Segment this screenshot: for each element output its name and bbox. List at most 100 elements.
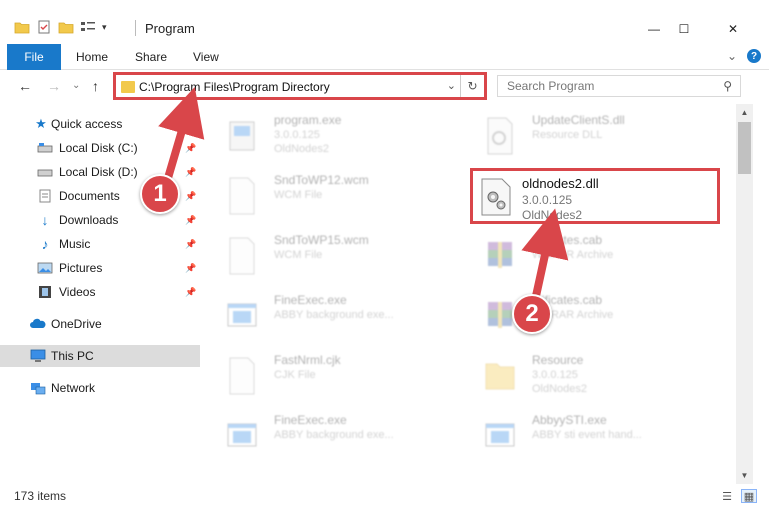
file-name: FineExec.exe bbox=[274, 293, 347, 307]
quick-access-toolbar: ▾ bbox=[14, 20, 107, 34]
sidebar-item-music[interactable]: ♪ Music 📌 bbox=[0, 233, 200, 255]
file-name: oldnodes2.dll bbox=[522, 176, 599, 191]
scroll-up-icon[interactable]: ▲ bbox=[736, 104, 753, 121]
file-name: UpdateClientS.dll bbox=[532, 113, 625, 127]
title-bar: ▾ Program — ☐ ✕ bbox=[0, 0, 769, 44]
file-name: AbbyySTI.exe bbox=[532, 413, 607, 427]
sidebar-item-label: Local Disk (C:) bbox=[59, 141, 138, 155]
tab-home[interactable]: Home bbox=[76, 50, 108, 64]
large-icons-view-icon[interactable]: ▦ bbox=[741, 489, 757, 503]
refresh-icon[interactable]: ↻ bbox=[460, 75, 484, 97]
help-icon[interactable]: ? bbox=[747, 49, 761, 63]
callout-badge-2: 2 bbox=[512, 294, 552, 334]
recent-locations-icon[interactable]: ⌄ bbox=[72, 80, 80, 91]
sidebar-item-quick-access[interactable]: ★ Quick access bbox=[0, 113, 200, 135]
folder-icon bbox=[121, 81, 135, 93]
pin-icon[interactable]: 📌 bbox=[185, 143, 196, 154]
winrar-icon bbox=[488, 242, 512, 268]
address-dropdown-icon[interactable]: ⌄ bbox=[447, 79, 456, 92]
pin-icon[interactable]: 📌 bbox=[185, 167, 196, 178]
cloud-icon bbox=[30, 318, 46, 328]
up-arrow-icon[interactable]: ↑ bbox=[92, 78, 99, 94]
file-version: 3.0.0.125 bbox=[522, 193, 573, 207]
file-type: WCM File bbox=[274, 249, 323, 261]
sidebar-item-videos[interactable]: Videos 📌 bbox=[0, 281, 200, 303]
maximize-button[interactable]: ☐ bbox=[661, 14, 707, 44]
blank-file-icon bbox=[229, 237, 255, 275]
file-type: Resource DLL bbox=[532, 129, 603, 141]
sidebar-item-local-disk-c[interactable]: Local Disk (C:) 📌 bbox=[0, 137, 200, 159]
file-item[interactable]: FineExec.exe ABBY background exe... bbox=[212, 408, 462, 464]
file-description: ABBY background exe... bbox=[274, 309, 394, 321]
file-item[interactable]: SndToWP12.wcm WCM File bbox=[212, 168, 462, 224]
search-box[interactable]: Search Program ⚲ bbox=[497, 75, 741, 97]
search-input[interactable]: Search Program bbox=[507, 79, 594, 93]
forward-arrow-icon[interactable]: → bbox=[47, 78, 61, 94]
network-icon bbox=[31, 383, 46, 395]
pin-icon[interactable]: 📌 bbox=[185, 215, 196, 226]
file-item[interactable]: FastNrml.cjk CJK File bbox=[212, 348, 462, 404]
sidebar-item-downloads[interactable]: ↓ Downloads 📌 bbox=[0, 209, 200, 231]
pin-icon[interactable]: 📌 bbox=[185, 287, 196, 298]
file-item[interactable]: ...ificates.cab WinRAR Archive bbox=[470, 228, 720, 284]
window-icon bbox=[485, 423, 515, 447]
close-button[interactable]: ✕ bbox=[710, 14, 756, 44]
ribbon-controls: ⌄ ? bbox=[727, 49, 761, 63]
file-name: ...ificates.cab bbox=[532, 233, 603, 247]
file-item-oldnodes2-dll[interactable]: oldnodes2.dll 3.0.0.125 OldNodes2 bbox=[470, 168, 720, 224]
file-name: FineExec.exe bbox=[274, 413, 347, 427]
sidebar-item-label: Pictures bbox=[59, 261, 103, 275]
file-item[interactable]: ...ificates.cab WinRAR Archive bbox=[470, 288, 720, 344]
vertical-scrollbar[interactable]: ▲ ▼ bbox=[736, 104, 753, 484]
back-arrow-icon[interactable]: ← bbox=[18, 78, 32, 94]
file-name: SndToWP15.wcm bbox=[274, 233, 369, 247]
window-icon bbox=[227, 303, 257, 327]
sidebar-item-label: Quick access bbox=[51, 117, 123, 131]
sidebar-item-label: Videos bbox=[59, 285, 96, 299]
computer-icon bbox=[30, 349, 46, 362]
close-icon: ✕ bbox=[727, 22, 739, 36]
maximize-icon: ☐ bbox=[678, 22, 690, 36]
pin-icon[interactable]: 📌 bbox=[185, 191, 196, 202]
file-item[interactable]: SndToWP15.wcm WCM File bbox=[212, 228, 462, 284]
file-type: WCM File bbox=[274, 189, 323, 201]
scrollbar-thumb[interactable] bbox=[738, 122, 751, 174]
address-bar[interactable]: C:\Program Files\Program Directory ⌄ ↻ bbox=[113, 72, 487, 100]
address-path[interactable]: C:\Program Files\Program Directory bbox=[139, 80, 330, 94]
sidebar-item-label: This PC bbox=[51, 349, 94, 363]
folder-icon bbox=[485, 363, 515, 390]
pin-icon[interactable]: 📌 bbox=[185, 239, 196, 250]
scroll-down-icon[interactable]: ▼ bbox=[736, 467, 753, 484]
view-options-icon[interactable] bbox=[80, 20, 96, 34]
minimize-icon: — bbox=[648, 22, 660, 36]
tab-share[interactable]: Share bbox=[135, 50, 167, 64]
sidebar-item-network[interactable]: Network bbox=[0, 377, 200, 399]
tab-file[interactable]: File bbox=[7, 44, 61, 70]
file-item[interactable]: AbbyySTI.exe ABBY sti event hand... bbox=[470, 408, 720, 464]
sidebar-item-onedrive[interactable]: OneDrive bbox=[0, 313, 200, 335]
drive-icon bbox=[37, 143, 53, 153]
file-item[interactable]: UpdateClientS.dll Resource DLL bbox=[470, 108, 720, 164]
new-folder-icon[interactable] bbox=[58, 20, 74, 34]
details-view-icon[interactable]: ☰ bbox=[719, 489, 735, 503]
file-name: FastNrml.cjk bbox=[274, 353, 341, 367]
properties-icon[interactable] bbox=[36, 20, 52, 34]
file-type: CJK File bbox=[274, 369, 316, 381]
sidebar-item-this-pc[interactable]: This PC bbox=[0, 345, 200, 367]
pin-icon[interactable]: 📌 bbox=[185, 263, 196, 274]
ribbon-tabs: File Home Share View ⌄ ? bbox=[0, 44, 769, 70]
file-item[interactable]: FineExec.exe ABBY background exe... bbox=[212, 288, 462, 344]
tab-view[interactable]: View bbox=[193, 50, 219, 64]
ribbon-collapse-icon[interactable]: ⌄ bbox=[727, 49, 737, 63]
callout-badge-1: 1 bbox=[140, 174, 180, 214]
folder-icon[interactable] bbox=[14, 20, 30, 34]
item-count: 173 items bbox=[14, 489, 67, 503]
customize-toolbar-chevron-icon[interactable]: ▾ bbox=[102, 22, 107, 33]
file-company: OldNodes2 bbox=[274, 143, 330, 155]
search-icon[interactable]: ⚲ bbox=[723, 79, 732, 93]
music-icon: ♪ bbox=[41, 236, 49, 252]
sidebar-item-pictures[interactable]: Pictures 📌 bbox=[0, 257, 200, 279]
sidebar-item-label: OneDrive bbox=[51, 317, 102, 331]
file-item[interactable]: program.exe 3.0.0.125 OldNodes2 bbox=[212, 108, 462, 164]
folder-item[interactable]: Resource 3.0.0.125 OldNodes2 bbox=[470, 348, 720, 404]
